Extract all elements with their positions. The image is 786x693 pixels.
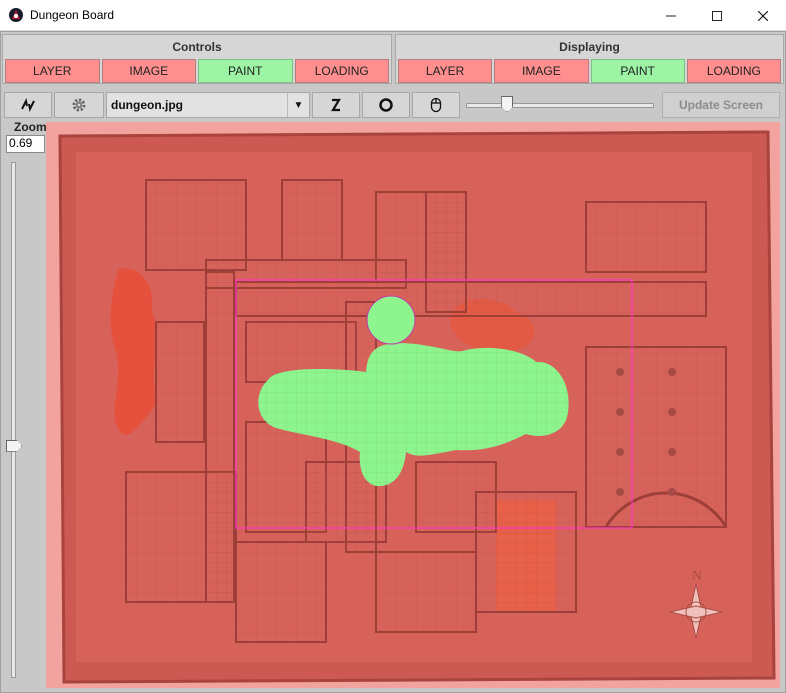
swap-arrows-icon: [21, 97, 35, 113]
close-icon: [758, 10, 768, 21]
map-canvas[interactable]: N: [46, 122, 780, 688]
displaying-tab-image[interactable]: IMAGE: [494, 59, 589, 83]
brush-circle-button[interactable]: [362, 92, 410, 118]
squiggle-icon: [331, 98, 341, 112]
minimize-button[interactable]: [648, 0, 694, 31]
displaying-tab-paint[interactable]: PAINT: [590, 59, 685, 83]
controls-tab-image[interactable]: IMAGE: [101, 59, 196, 83]
circle-icon: [379, 98, 393, 112]
maximize-button[interactable]: [694, 0, 740, 31]
flip-button[interactable]: [4, 92, 52, 118]
mouse-icon: [430, 97, 442, 113]
dungeon-map[interactable]: N: [46, 122, 780, 688]
displaying-title: Displaying: [559, 40, 620, 54]
controls-panel: Controls LAYER IMAGE PAINT LOADING: [2, 34, 392, 84]
close-button[interactable]: [740, 0, 786, 31]
zoom-label: Zoom: [14, 120, 47, 134]
brush-shape-button[interactable]: [312, 92, 360, 118]
brush-size-slider-thumb[interactable]: [501, 96, 514, 112]
gear-icon: [72, 98, 86, 112]
controls-tab-loading[interactable]: LOADING: [294, 59, 389, 83]
minimize-icon: [666, 15, 676, 16]
lava-west: [110, 268, 158, 435]
update-screen-button[interactable]: Update Screen: [662, 92, 780, 118]
zoom-input[interactable]: 0.69: [6, 135, 45, 153]
mouse-mode-button[interactable]: [412, 92, 460, 118]
displaying-tab-loading[interactable]: LOADING: [686, 59, 781, 83]
maximize-icon: [712, 10, 722, 21]
window-title: Dungeon Board: [30, 8, 115, 22]
image-select[interactable]: dungeon.jpg ▼: [106, 92, 310, 118]
app-logo-icon: [9, 8, 23, 22]
title-bar: Dungeon Board: [0, 0, 786, 31]
displaying-panel: Displaying LAYER IMAGE PAINT LOADING: [395, 34, 784, 84]
displaying-tab-layer[interactable]: LAYER: [398, 59, 493, 83]
settings-button[interactable]: [54, 92, 104, 118]
controls-title: Controls: [172, 40, 222, 54]
image-select-value: dungeon.jpg: [111, 98, 183, 112]
brush-size-slider[interactable]: [466, 103, 654, 108]
paint-toolbar: dungeon.jpg ▼ Update Screen: [4, 92, 782, 118]
controls-tab-layer[interactable]: LAYER: [5, 59, 100, 83]
svg-text:N: N: [692, 569, 702, 584]
controls-tab-paint[interactable]: PAINT: [198, 59, 293, 83]
chevron-down-icon[interactable]: ▼: [287, 93, 309, 117]
zoom-slider[interactable]: [11, 162, 16, 678]
